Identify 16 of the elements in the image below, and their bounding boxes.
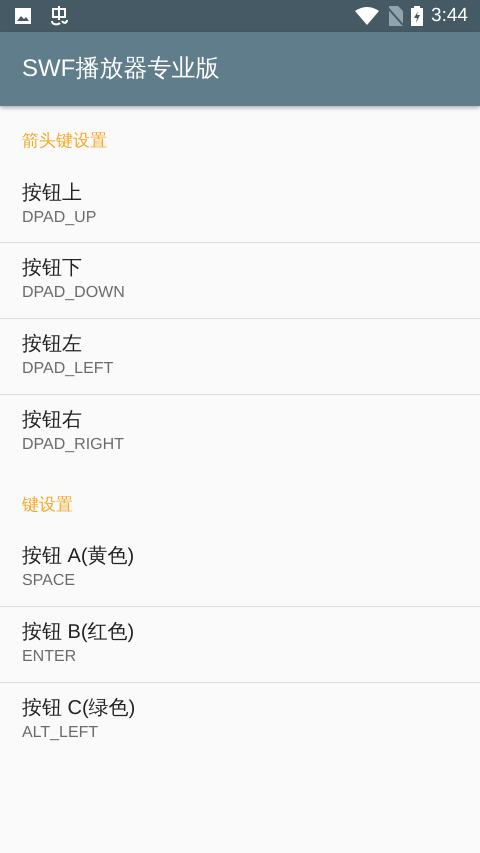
battery-charging-icon: [411, 6, 424, 26]
wifi-icon: [355, 7, 380, 25]
notification-icon: [48, 5, 70, 27]
preference-item[interactable]: 按钮 C(绿色) ALT_LEFT: [0, 682, 480, 758]
no-sim-icon: [387, 6, 404, 26]
preference-item[interactable]: 按钮 A(黄色) SPACE: [0, 531, 480, 607]
preference-item[interactable]: 按钮 B(红色) ENTER: [0, 606, 480, 683]
category-header: 键设置: [22, 494, 73, 514]
preference-item[interactable]: 按钮下 DPAD_DOWN: [0, 243, 480, 320]
preference-item[interactable]: 按钮右 DPAD_RIGHT: [0, 394, 480, 470]
preference-item[interactable]: 按钮上 DPAD_UP: [0, 168, 480, 244]
image-icon: [14, 7, 32, 25]
clock-time: 3:44: [431, 4, 468, 28]
app-title: SWF播放器专业版: [22, 54, 220, 84]
category-header: 箭头键设置: [22, 131, 107, 150]
preference-item[interactable]: 按钮左 DPAD_LEFT: [0, 319, 480, 395]
